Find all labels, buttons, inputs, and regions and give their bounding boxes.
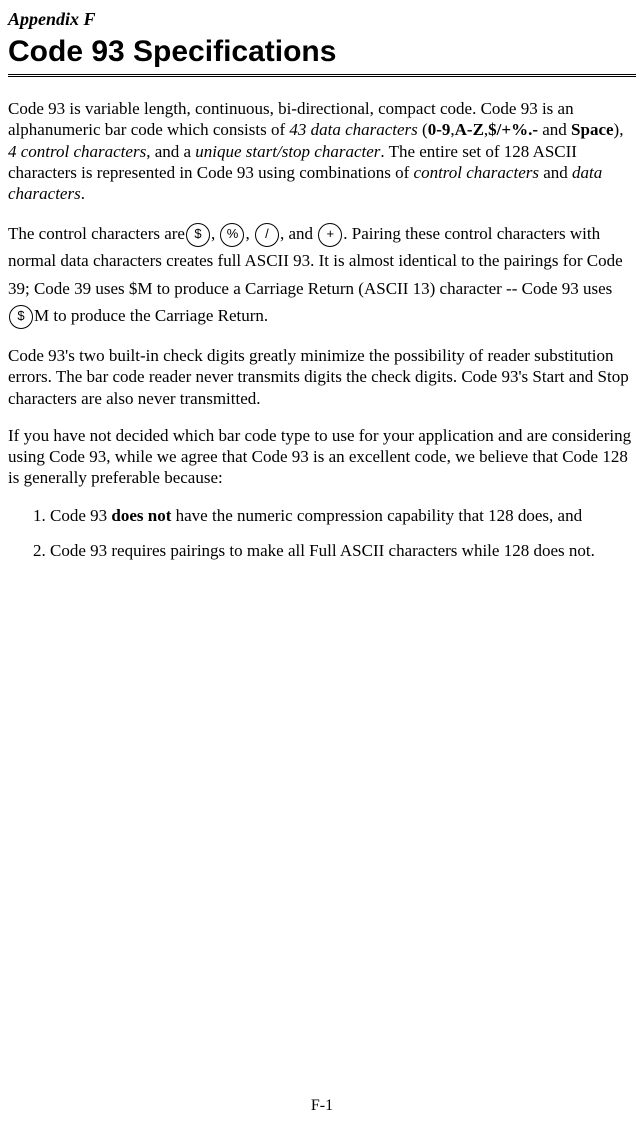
text: ), [614,120,624,139]
text: have the numeric compression capability … [171,506,582,525]
text-bold: A-Z [455,120,484,139]
text: , [211,224,220,243]
paragraph-check-digits: Code 93's two built-in check digits grea… [8,345,636,409]
text: Code 93 [50,506,111,525]
text: , and a [146,142,195,161]
text-italic: 4 control characters [8,142,146,161]
text-italic: unique start/stop character [195,142,380,161]
percent-circle-icon: % [220,223,244,247]
page-number: F-1 [8,1096,636,1116]
paragraph-control-chars: The control characters are$, %, /, and +… [8,220,636,329]
text-italic: control characters [414,163,539,182]
list-item: Code 93 does not have the numeric compre… [50,505,636,526]
list-item: Code 93 requires pairings to make all Fu… [50,540,636,561]
text-bold: Space [571,120,614,139]
reasons-list: Code 93 does not have the numeric compre… [32,505,636,562]
dollar-circle-icon: $ [9,305,33,329]
plus-circle-icon: + [318,223,342,247]
text: ( [418,120,428,139]
text: and [539,163,572,182]
text-bold: 0-9 [428,120,451,139]
text-italic: 43 data characters [289,120,417,139]
dollar-circle-icon: $ [186,223,210,247]
text: . [81,184,85,203]
page-container: Appendix F Code 93 Specifications Code 9… [8,8,636,1128]
paragraph-intro: Code 93 is variable length, continuous, … [8,98,636,204]
text: , and [280,224,317,243]
text: and [538,120,571,139]
page-title: Code 93 Specifications [8,33,636,71]
text-bold: $/+%.- [488,120,538,139]
text: , [245,224,254,243]
text: The control characters are [8,224,185,243]
text-bold: does not [111,506,171,525]
paragraph-preference: If you have not decided which bar code t… [8,425,636,489]
appendix-label: Appendix F [8,8,636,31]
slash-circle-icon: / [255,223,279,247]
title-divider [8,74,636,80]
text: M to produce the Carriage Return. [34,306,268,325]
